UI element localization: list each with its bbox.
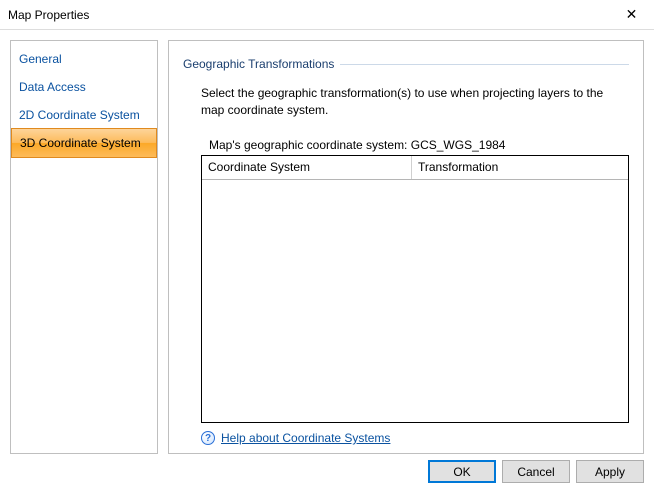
section-heading: Geographic Transformations: [183, 57, 334, 71]
dialog-body: General Data Access 2D Coordinate System…: [0, 30, 654, 460]
sidebar: General Data Access 2D Coordinate System…: [10, 40, 158, 454]
cancel-button[interactable]: Cancel: [502, 460, 570, 483]
gcs-label: Map's geographic coordinate system:: [209, 138, 407, 152]
sidebar-item-label: 3D Coordinate System: [20, 136, 141, 150]
apply-button[interactable]: Apply: [576, 460, 644, 483]
sidebar-item-label: 2D Coordinate System: [19, 108, 140, 122]
column-transformation[interactable]: Transformation: [412, 156, 628, 179]
close-button[interactable]: ✕: [609, 0, 654, 29]
sidebar-item-general[interactable]: General: [11, 45, 157, 73]
help-icon: ?: [201, 431, 215, 445]
sidebar-item-label: General: [19, 52, 62, 66]
section-divider: [340, 64, 629, 65]
transformations-table: Coordinate System Transformation: [201, 155, 629, 423]
column-coordinate-system[interactable]: Coordinate System: [202, 156, 412, 179]
table-body[interactable]: [202, 180, 628, 422]
close-icon: ✕: [626, 6, 638, 23]
help-row: ? Help about Coordinate Systems: [201, 431, 629, 445]
section-description: Select the geographic transformation(s) …: [201, 85, 629, 120]
table-header: Coordinate System Transformation: [202, 156, 628, 180]
help-link[interactable]: Help about Coordinate Systems: [221, 431, 390, 445]
gcs-line: Map's geographic coordinate system: GCS_…: [209, 138, 629, 152]
sidebar-item-2d-coordinate-system[interactable]: 2D Coordinate System: [11, 101, 157, 129]
sidebar-item-data-access[interactable]: Data Access: [11, 73, 157, 101]
window-title: Map Properties: [8, 8, 89, 22]
section-header: Geographic Transformations: [183, 57, 629, 71]
sidebar-item-3d-coordinate-system[interactable]: 3D Coordinate System: [11, 128, 157, 158]
main-panel: Geographic Transformations Select the ge…: [168, 40, 644, 454]
dialog-footer: OK Cancel Apply: [0, 460, 654, 493]
title-bar: Map Properties ✕: [0, 0, 654, 30]
sidebar-item-label: Data Access: [19, 80, 86, 94]
ok-button[interactable]: OK: [428, 460, 496, 483]
gcs-value: GCS_WGS_1984: [411, 138, 506, 152]
